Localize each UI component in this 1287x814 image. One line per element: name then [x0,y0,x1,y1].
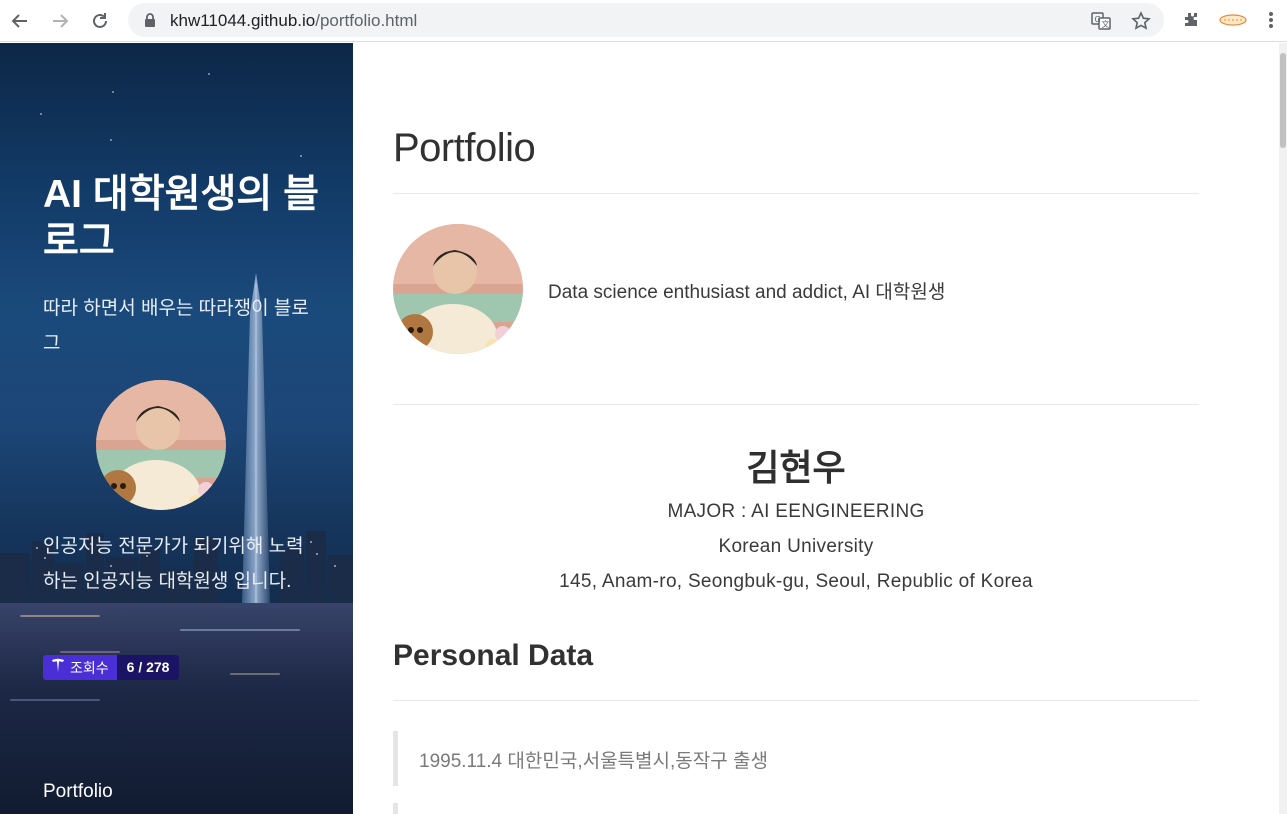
url-path: /portfolio.html [315,11,418,30]
profile-extension-icon[interactable] [1218,8,1248,32]
lock-icon [144,13,156,32]
svg-text:文: 文 [1102,19,1110,29]
site-title[interactable]: AI 대학원생의 블로그 [43,171,323,265]
back-button[interactable] [6,7,34,35]
reload-button[interactable] [86,7,114,35]
star-icon[interactable] [1130,10,1152,32]
sidebar-item-portfolio[interactable]: Portfolio [43,781,113,803]
next-blockquote-edge [393,803,398,814]
url-host: khw11044.github.io [170,11,316,30]
scrollbar-thumb[interactable] [1280,53,1286,148]
translate-icon[interactable]: G文 [1090,10,1112,32]
address-bar[interactable]: khw11044.github.io/portfolio.html G文 [128,3,1164,37]
tesla-icon [52,658,64,672]
reload-icon [93,13,107,28]
sidebar-bio: 인공지능 전문가가 되기위해 노력하는 인공지능 대학원생 입니다. [43,536,304,592]
main-content: Portfolio Data science enthusiast and ad… [353,43,1279,814]
profile-name: 김현우 [746,447,846,488]
personal-data-text: 1995.11.4 대한민국,서울특별시,동작구 출생 [419,751,768,772]
personal-data-item: 1995.11.4 대한민국,서울특별시,동작구 출생 [393,731,1199,786]
views-badge-label: 조회수 [43,655,117,680]
divider [393,193,1199,194]
views-label-text: 조회수 [70,660,109,676]
page-scrollbar[interactable] [1279,43,1287,814]
forward-button[interactable] [46,7,74,35]
section-title-personal-data: Personal Data [393,639,594,672]
profile-university: Korean University [718,536,874,557]
page-title: Portfolio [393,126,536,170]
sidebar-avatar [96,380,226,510]
arrow-right-icon [53,14,69,28]
url-text: khw11044.github.io/portfolio.html [170,11,417,31]
browser-toolbar: khw11044.github.io/portfolio.html G文 [0,0,1287,42]
site-description: 따라 하면서 배우는 따라쟁이 블로그 [43,298,309,354]
profile-avatar [393,224,523,354]
svg-text:G: G [1095,15,1101,24]
profile-tagline: Data science enthusiast and addict, AI 대… [548,282,946,303]
divider [393,404,1199,405]
profile-address: 145, Anam-ro, Seongbuk-gu, Seoul, Republ… [559,571,1033,592]
views-badge: 조회수 6 / 278 [43,655,180,680]
kebab-menu-icon[interactable] [1259,8,1283,32]
profile-major: MAJOR : AI EENGINEERING [667,501,925,522]
sidebar: AI 대학원생의 블로그 따라 하면서 배우는 따라쟁이 블로그 인공지능 전문… [0,43,353,814]
divider [393,700,1199,701]
puzzle-icon[interactable] [1179,8,1203,32]
views-count: 6 / 278 [116,655,180,680]
arrow-left-icon [11,14,27,28]
